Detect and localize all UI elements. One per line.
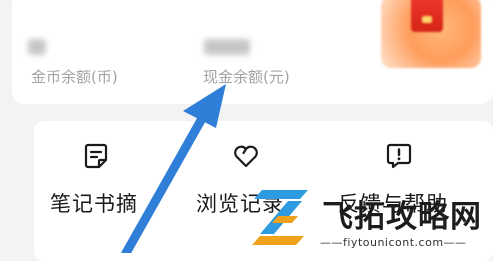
promo-red-envelope-banner[interactable] bbox=[381, 0, 481, 68]
menu-item-notes[interactable]: 笔记书摘 bbox=[30, 141, 160, 231]
red-envelope-icon bbox=[411, 0, 443, 32]
heart-icon bbox=[234, 145, 258, 168]
feedback-icon bbox=[386, 143, 412, 169]
cash-balance-label[interactable]: 现金余额(元) bbox=[203, 66, 290, 87]
coin-balance-value-obscured bbox=[28, 39, 46, 55]
watermark-url: ——fiytounicont.com—— bbox=[320, 236, 467, 249]
coin-balance-label[interactable]: 金币余额(币) bbox=[31, 66, 118, 87]
watermark-logo bbox=[252, 190, 308, 245]
menu-item-label: 笔记书摘 bbox=[50, 192, 138, 216]
note-icon bbox=[84, 143, 108, 169]
watermark-brand-name: 飞拓攻略网 bbox=[322, 199, 482, 235]
cash-balance-value-obscured bbox=[204, 39, 250, 55]
